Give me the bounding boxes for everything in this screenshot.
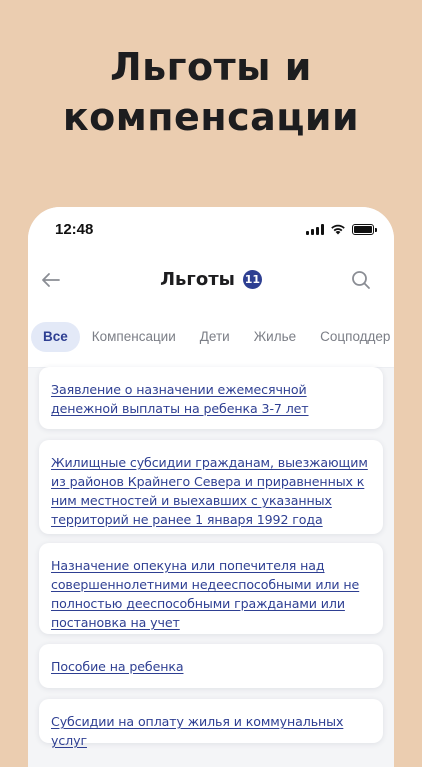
tab-children[interactable]: Дети [188,322,242,352]
nav-title-group: Льготы 11 [28,269,394,290]
category-tabs-bar: Все Компенсации Дети Жилье Соцподдер [28,309,394,368]
tab-social-support[interactable]: Соцподдер [308,322,394,352]
category-tabs: Все Компенсации Дети Жилье Соцподдер [31,322,394,352]
page-title: Льготы [160,269,235,290]
tab-compensations[interactable]: Компенсации [80,322,188,352]
count-badge: 11 [242,270,262,289]
benefit-link[interactable]: Субсидии на оплату жилья и коммунальных … [51,714,343,748]
phone-screen: 12:48 Льготы 11 Все Компенсации Дети Жил… [28,207,394,767]
promo-title: Льготы и компенсации [0,42,422,142]
cellular-signal-icon [306,224,324,235]
benefit-card[interactable]: Пособие на ребенка [39,644,383,688]
tab-all[interactable]: Все [31,322,80,352]
benefit-link[interactable]: Пособие на ребенка [51,659,184,674]
promo-title-line1: Льготы и [110,45,312,89]
wifi-icon [331,224,345,235]
benefit-card[interactable]: Назначение опекуна или попечителя над со… [39,543,383,634]
promo-title-line2: компенсации [62,95,360,139]
benefit-link[interactable]: Заявление о назначении ежемесячной денеж… [51,382,309,416]
benefit-card[interactable]: Субсидии на оплату жилья и коммунальных … [39,699,383,748]
benefit-link[interactable]: Жилищные субсидии гражданам, выезжающим … [51,455,368,527]
nav-bar: Льготы 11 [28,251,394,309]
search-icon[interactable] [350,269,372,291]
status-time: 12:48 [55,221,94,238]
status-bar: 12:48 [28,207,394,251]
status-icons [306,223,377,235]
benefit-card[interactable]: Заявление о назначении ежемесячной денеж… [39,367,383,429]
benefit-card[interactable]: Жилищные субсидии гражданам, выезжающим … [39,440,383,534]
benefit-link[interactable]: Назначение опекуна или попечителя над со… [51,558,359,630]
battery-icon [352,224,377,235]
tab-housing[interactable]: Жилье [242,322,308,352]
